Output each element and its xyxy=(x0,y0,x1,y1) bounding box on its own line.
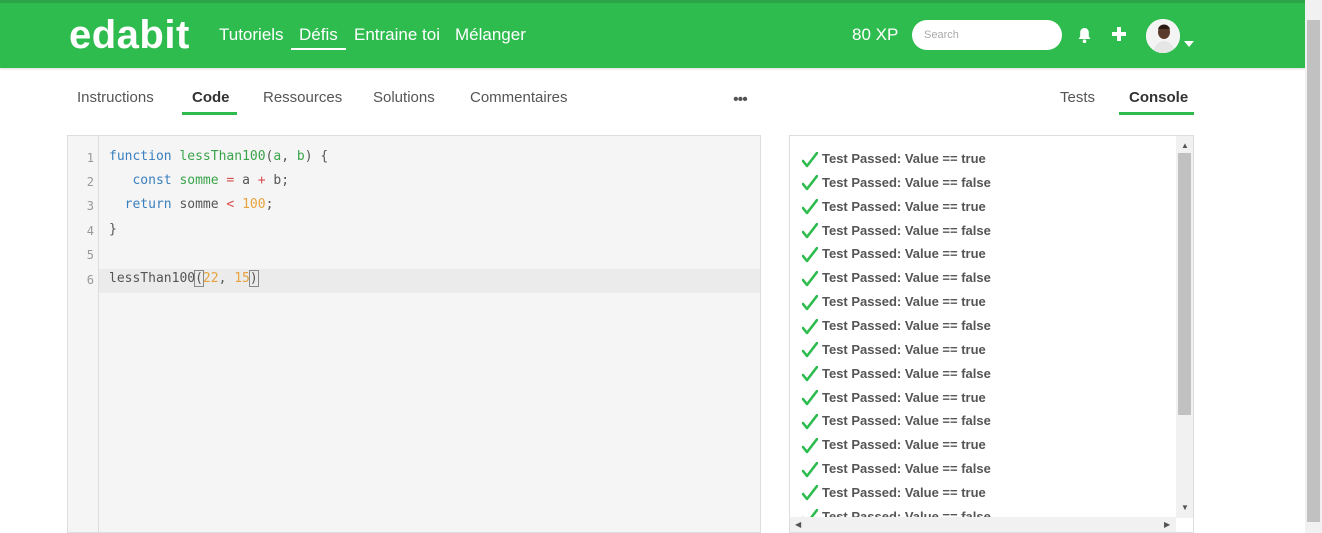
test-result-row: Test Passed: Value == false xyxy=(801,270,991,292)
test-result-text: Test Passed: Value == true xyxy=(822,484,986,500)
test-result-row: Test Passed: Value == true xyxy=(801,294,986,316)
test-result-row: Test Passed: Value == true xyxy=(801,484,986,507)
test-result-text: Test Passed: Value == true xyxy=(822,437,986,453)
tab-console[interactable]: Console xyxy=(1129,89,1188,106)
code-line[interactable]: const somme = a + b; xyxy=(109,173,289,188)
test-result-row: Test Passed: Value == true xyxy=(801,151,986,173)
page-scroll-thumb[interactable] xyxy=(1307,20,1320,522)
check-icon xyxy=(801,413,819,430)
check-icon xyxy=(801,318,819,334)
plus-icon[interactable] xyxy=(1112,27,1126,46)
check-icon xyxy=(801,198,819,215)
test-result-text: Test Passed: Value == true xyxy=(822,198,986,214)
tab-console-underline xyxy=(1119,112,1194,115)
test-result-text: Test Passed: Value == true xyxy=(822,294,986,310)
check-icon xyxy=(801,294,819,310)
console-horizontal-scrollbar[interactable] xyxy=(790,517,1176,532)
check-icon xyxy=(801,175,819,191)
test-result-row: Test Passed: Value == true xyxy=(801,341,986,364)
console-panel: Test Passed: Value == true Test Passed: V… xyxy=(789,135,1194,533)
avatar[interactable] xyxy=(1146,19,1180,53)
test-result-text: Test Passed: Value == false xyxy=(822,222,991,238)
code-line[interactable]: return somme < 100; xyxy=(109,197,274,212)
test-result-row: Test Passed: Value == false xyxy=(801,365,991,388)
test-result-row: Test Passed: Value == false xyxy=(801,174,991,197)
tab-tests[interactable]: Tests xyxy=(1060,89,1095,106)
line-number: 2 xyxy=(86,175,94,189)
check-icon xyxy=(801,485,819,501)
check-icon xyxy=(801,246,819,263)
test-result-row: Test Passed: Value == true xyxy=(801,246,986,268)
line-number: 1 xyxy=(86,151,94,165)
test-result-row: Test Passed: Value == false xyxy=(801,317,991,340)
code-line[interactable]: lessThan100(22, 15) xyxy=(109,270,259,287)
line-number: 3 xyxy=(86,199,94,213)
nav-tutoriels[interactable]: Tutoriels xyxy=(219,25,284,45)
scroll-up-arrow-icon[interactable]: ▲ xyxy=(1181,141,1189,150)
tab-code-underline xyxy=(182,112,237,115)
check-icon xyxy=(801,270,819,287)
test-result-text: Test Passed: Value == false xyxy=(822,413,991,429)
line-number: 5 xyxy=(86,248,94,262)
tab-instructions[interactable]: Instructions xyxy=(77,89,154,106)
check-icon xyxy=(801,437,819,454)
test-result-row: Test Passed: Value == false xyxy=(801,413,991,435)
nav-melanger[interactable]: Mélanger xyxy=(455,25,526,45)
test-result-row: Test Passed: Value == true xyxy=(801,389,986,412)
test-result-text: Test Passed: Value == false xyxy=(822,317,991,333)
top-nav: edabit Tutoriels Défis Entraine toi Méla… xyxy=(0,0,1305,68)
code-editor[interactable]: 1 2 3 4 5 6 function lessThan100(a, b) {… xyxy=(67,135,761,533)
console-scroll-thumb[interactable] xyxy=(1178,153,1191,415)
search-input[interactable] xyxy=(912,20,1062,50)
test-result-text: Test Passed: Value == true xyxy=(822,246,986,262)
scroll-down-arrow-icon[interactable]: ▼ xyxy=(1181,503,1189,512)
test-result-text: Test Passed: Value == false xyxy=(822,270,991,286)
test-result-text: Test Passed: Value == true xyxy=(822,389,986,405)
test-result-row: Test Passed: Value == false xyxy=(801,461,991,483)
line-number: 6 xyxy=(86,273,94,287)
tab-commentaires[interactable]: Commentaires xyxy=(470,89,568,106)
bell-icon[interactable] xyxy=(1077,27,1092,49)
scroll-right-arrow-icon[interactable]: ▶ xyxy=(1164,520,1170,529)
more-options-icon[interactable]: ••• xyxy=(733,91,748,109)
code-line[interactable]: function lessThan100(a, b) { xyxy=(109,149,328,164)
edabit-logo[interactable]: edabit xyxy=(69,13,190,58)
check-icon xyxy=(801,151,819,167)
code-line[interactable]: } xyxy=(109,222,117,237)
test-result-text: Test Passed: Value == false xyxy=(822,461,991,477)
tab-solutions[interactable]: Solutions xyxy=(373,89,435,106)
test-result-text: Test Passed: Value == true xyxy=(822,151,986,166)
check-icon xyxy=(801,222,819,239)
tab-code[interactable]: Code xyxy=(192,89,230,106)
chevron-down-icon[interactable] xyxy=(1184,34,1194,52)
line-gutter xyxy=(68,136,99,532)
test-result-text: Test Passed: Value == false xyxy=(822,365,991,381)
check-icon xyxy=(801,365,819,382)
nav-entraine-toi[interactable]: Entraine toi xyxy=(354,25,440,45)
scroll-left-arrow-icon[interactable]: ◀ xyxy=(795,520,801,529)
check-icon xyxy=(801,461,819,477)
tab-ressources[interactable]: Ressources xyxy=(263,89,342,106)
test-result-text: Test Passed: Value == true xyxy=(822,341,986,357)
check-icon xyxy=(801,389,819,406)
test-result-row: Test Passed: Value == false xyxy=(801,222,991,245)
line-number: 4 xyxy=(86,224,94,238)
nav-defis[interactable]: Défis xyxy=(291,25,346,50)
check-icon xyxy=(801,342,819,358)
test-result-row: Test Passed: Value == true xyxy=(801,437,986,459)
test-result-row: Test Passed: Value == true xyxy=(801,198,986,221)
test-result-text: Test Passed: Value == false xyxy=(822,174,991,190)
xp-counter: 80 XP xyxy=(852,25,899,44)
